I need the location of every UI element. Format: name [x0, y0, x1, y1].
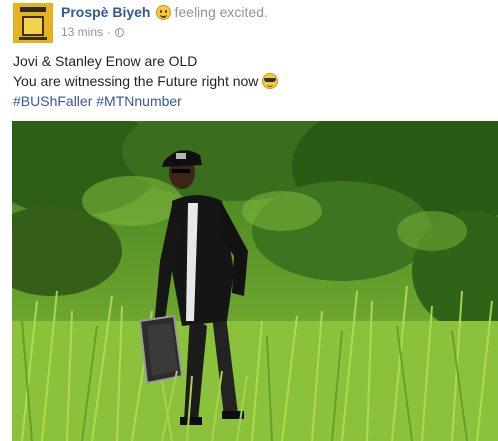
globe-icon[interactable] [115, 27, 125, 37]
hashtag-bushfaller-link[interactable]: #BUShFaller [13, 93, 92, 109]
hashtag-line: #BUShFaller #MTNnumber [13, 91, 278, 111]
post-text-line-1: Jovi & Stanley Enow are OLD [13, 53, 198, 69]
author-line: Prospè Biyeh feeling excited. [61, 3, 268, 21]
post-photo[interactable] [12, 121, 498, 441]
profile-avatar[interactable] [13, 3, 53, 43]
post-text: Jovi & Stanley Enow are OLD You are witn… [13, 51, 279, 111]
post-meta: Prospè Biyeh feeling excited. 13 mins · [61, 3, 268, 39]
post-text-line-2: You are witnessing the Future right now [13, 71, 279, 91]
post-header: Prospè Biyeh feeling excited. 13 mins · [13, 3, 268, 43]
avatar-graphic-stripe [20, 7, 46, 12]
author-name-link[interactable]: Prospè Biyeh [61, 3, 150, 21]
smiling-face-icon [156, 4, 172, 20]
feeling-activity-text: feeling excited. [174, 4, 268, 20]
avatar-graphic-bar [19, 37, 47, 40]
post-timestamp-link[interactable]: 13 mins [61, 25, 103, 39]
facebook-post: Prospè Biyeh feeling excited. 13 mins · … [0, 0, 498, 441]
avatar-graphic-box [22, 16, 44, 36]
timestamp-line: 13 mins · [61, 25, 268, 39]
hashtag-mtnnumber-link[interactable]: #MTNnumber [96, 93, 182, 109]
photo-man-in-grass [12, 121, 498, 441]
meta-separator: · [107, 25, 112, 39]
sunglasses-face-icon [262, 73, 279, 89]
post-text-line-2-text: You are witnessing the Future right now [13, 73, 259, 89]
